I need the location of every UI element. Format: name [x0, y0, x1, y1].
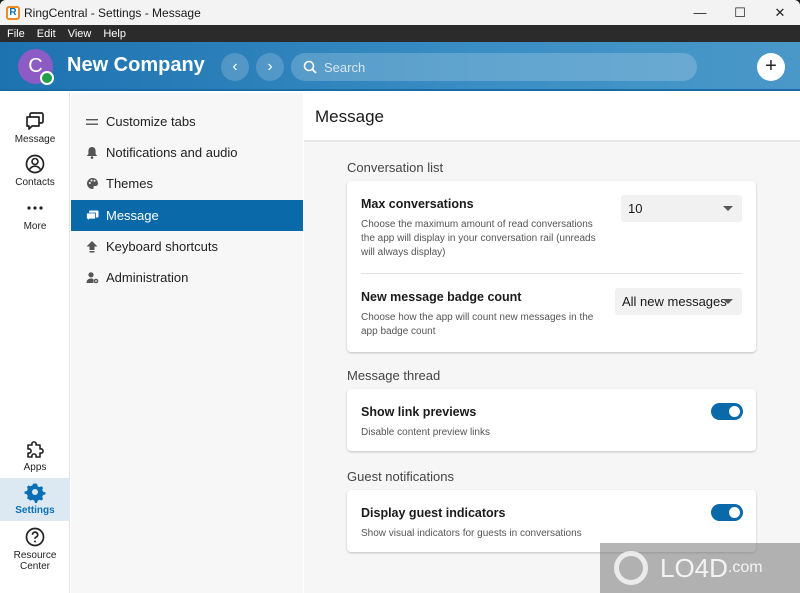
- settings-icon: [24, 483, 46, 503]
- keyboard-icon: [85, 240, 99, 254]
- rail-label-settings: Settings: [15, 505, 55, 516]
- window-title: RingCentral - Settings - Message: [24, 5, 201, 20]
- badge-count-desc: Choose how the app will count new messag…: [361, 312, 594, 337]
- bell-icon: [85, 146, 99, 160]
- settings-nav-administration[interactable]: Administration: [71, 262, 303, 293]
- menu-view[interactable]: View: [63, 28, 97, 40]
- message-icon: [85, 209, 99, 223]
- search-bar[interactable]: [291, 53, 697, 81]
- rail-item-settings[interactable]: Settings: [0, 478, 70, 521]
- search-icon: [303, 60, 317, 74]
- menu-bar: File Edit View Help: [0, 25, 800, 42]
- link-previews-toggle[interactable]: [711, 403, 743, 420]
- settings-nav: Customize tabs Notifications and audio T…: [71, 93, 303, 593]
- more-icon: [27, 206, 43, 210]
- window-controls: — ☐ ✕: [680, 0, 800, 25]
- max-conversations-select[interactable]: 10: [621, 195, 742, 222]
- app-window: R RingCentral - Settings - Message — ☐ ✕…: [0, 0, 800, 593]
- nav-label: Administration: [106, 270, 189, 285]
- max-conversations-title: Max conversations: [361, 197, 474, 211]
- close-button[interactable]: ✕: [760, 0, 800, 25]
- toggle-knob: [729, 507, 740, 518]
- message-thread-card: Show link previews Disable content previ…: [347, 389, 756, 451]
- admin-icon: [85, 271, 99, 285]
- link-previews-desc: Disable content preview links: [361, 427, 490, 438]
- rail-label-contacts: Contacts: [15, 177, 55, 188]
- menu-file[interactable]: File: [2, 28, 30, 40]
- company-name: New Company: [67, 54, 205, 76]
- nav-label: Themes: [106, 176, 153, 191]
- forward-button[interactable]: ›: [256, 53, 284, 81]
- section-label-message-thread: Message thread: [347, 368, 441, 383]
- watermark: LO4D .com: [600, 543, 800, 593]
- search-input[interactable]: [324, 59, 684, 75]
- apps-icon: [27, 441, 44, 458]
- guest-indicators-title: Display guest indicators: [361, 506, 506, 520]
- rail-label-more: More: [23, 221, 47, 232]
- rail-label-center: Center: [19, 561, 50, 572]
- conversation-list-card: Max conversations Choose the maximum amo…: [347, 181, 756, 352]
- toggle-knob: [729, 406, 740, 417]
- settings-nav-themes[interactable]: Themes: [71, 168, 303, 199]
- chevron-down-icon: [723, 299, 733, 304]
- nav-label: Message: [106, 208, 159, 223]
- guest-indicators-desc: Show visual indicators for guests in con…: [361, 528, 582, 539]
- presence-status-icon: [40, 71, 54, 85]
- title-bar: R RingCentral - Settings - Message — ☐ ✕: [0, 0, 800, 25]
- page-title: Message: [315, 107, 384, 126]
- left-rail: Message Contacts More Apps Settings Reso…: [0, 93, 70, 593]
- nav-label: Customize tabs: [106, 114, 196, 129]
- rail-item-apps[interactable]: Apps: [0, 438, 70, 473]
- max-conversations-desc: Choose the maximum amount of read conver…: [361, 219, 596, 258]
- badge-count-title: New message badge count: [361, 290, 522, 304]
- help-icon: [25, 527, 45, 547]
- minimize-button[interactable]: —: [680, 0, 720, 25]
- lo4d-logo-icon: [614, 551, 648, 585]
- palette-icon: [85, 177, 99, 191]
- settings-content: Message Conversation list Max conversati…: [304, 93, 800, 593]
- back-button[interactable]: ‹: [221, 53, 249, 81]
- contacts-icon: [25, 154, 45, 174]
- divider: [361, 273, 742, 274]
- rail-label-apps: Apps: [23, 462, 47, 473]
- section-label-conversation-list: Conversation list: [347, 160, 444, 175]
- rail-label-message: Message: [14, 134, 56, 145]
- add-button[interactable]: +: [757, 53, 785, 81]
- maximize-button[interactable]: ☐: [720, 0, 760, 25]
- watermark-suffix: .com: [727, 559, 763, 576]
- badge-count-select[interactable]: All new messages: [615, 288, 742, 315]
- section-label-guest-notifications: Guest notifications: [347, 469, 454, 484]
- settings-nav-keyboard-shortcuts[interactable]: Keyboard shortcuts: [71, 231, 303, 262]
- customize-icon: [85, 115, 99, 129]
- max-conversations-value: 10: [628, 201, 643, 216]
- settings-nav-notifications[interactable]: Notifications and audio: [71, 137, 303, 168]
- chevron-down-icon: [723, 206, 733, 211]
- rail-item-contacts[interactable]: Contacts: [0, 153, 70, 188]
- app-header: C New Company ‹ › +: [0, 42, 800, 91]
- nav-label: Keyboard shortcuts: [106, 239, 219, 254]
- settings-nav-message[interactable]: Message: [71, 200, 303, 231]
- rail-item-message[interactable]: Message: [0, 110, 70, 145]
- menu-help[interactable]: Help: [98, 28, 131, 40]
- content-header: Message: [304, 93, 800, 142]
- badge-count-value: All new messages: [622, 294, 727, 309]
- settings-nav-customize-tabs[interactable]: Customize tabs: [71, 106, 303, 137]
- link-previews-title: Show link previews: [361, 405, 477, 419]
- nav-label: Notifications and audio: [106, 145, 238, 160]
- menu-edit[interactable]: Edit: [32, 28, 61, 40]
- watermark-text: LO4D: [660, 552, 728, 583]
- rail-item-resource-center[interactable]: Resource Center: [0, 526, 70, 572]
- guest-indicators-toggle[interactable]: [711, 504, 743, 521]
- rail-label-resource: Resource: [13, 550, 57, 561]
- message-icon: [26, 112, 44, 130]
- rail-item-more[interactable]: More: [0, 197, 70, 232]
- ringcentral-logo-icon: R: [6, 5, 20, 20]
